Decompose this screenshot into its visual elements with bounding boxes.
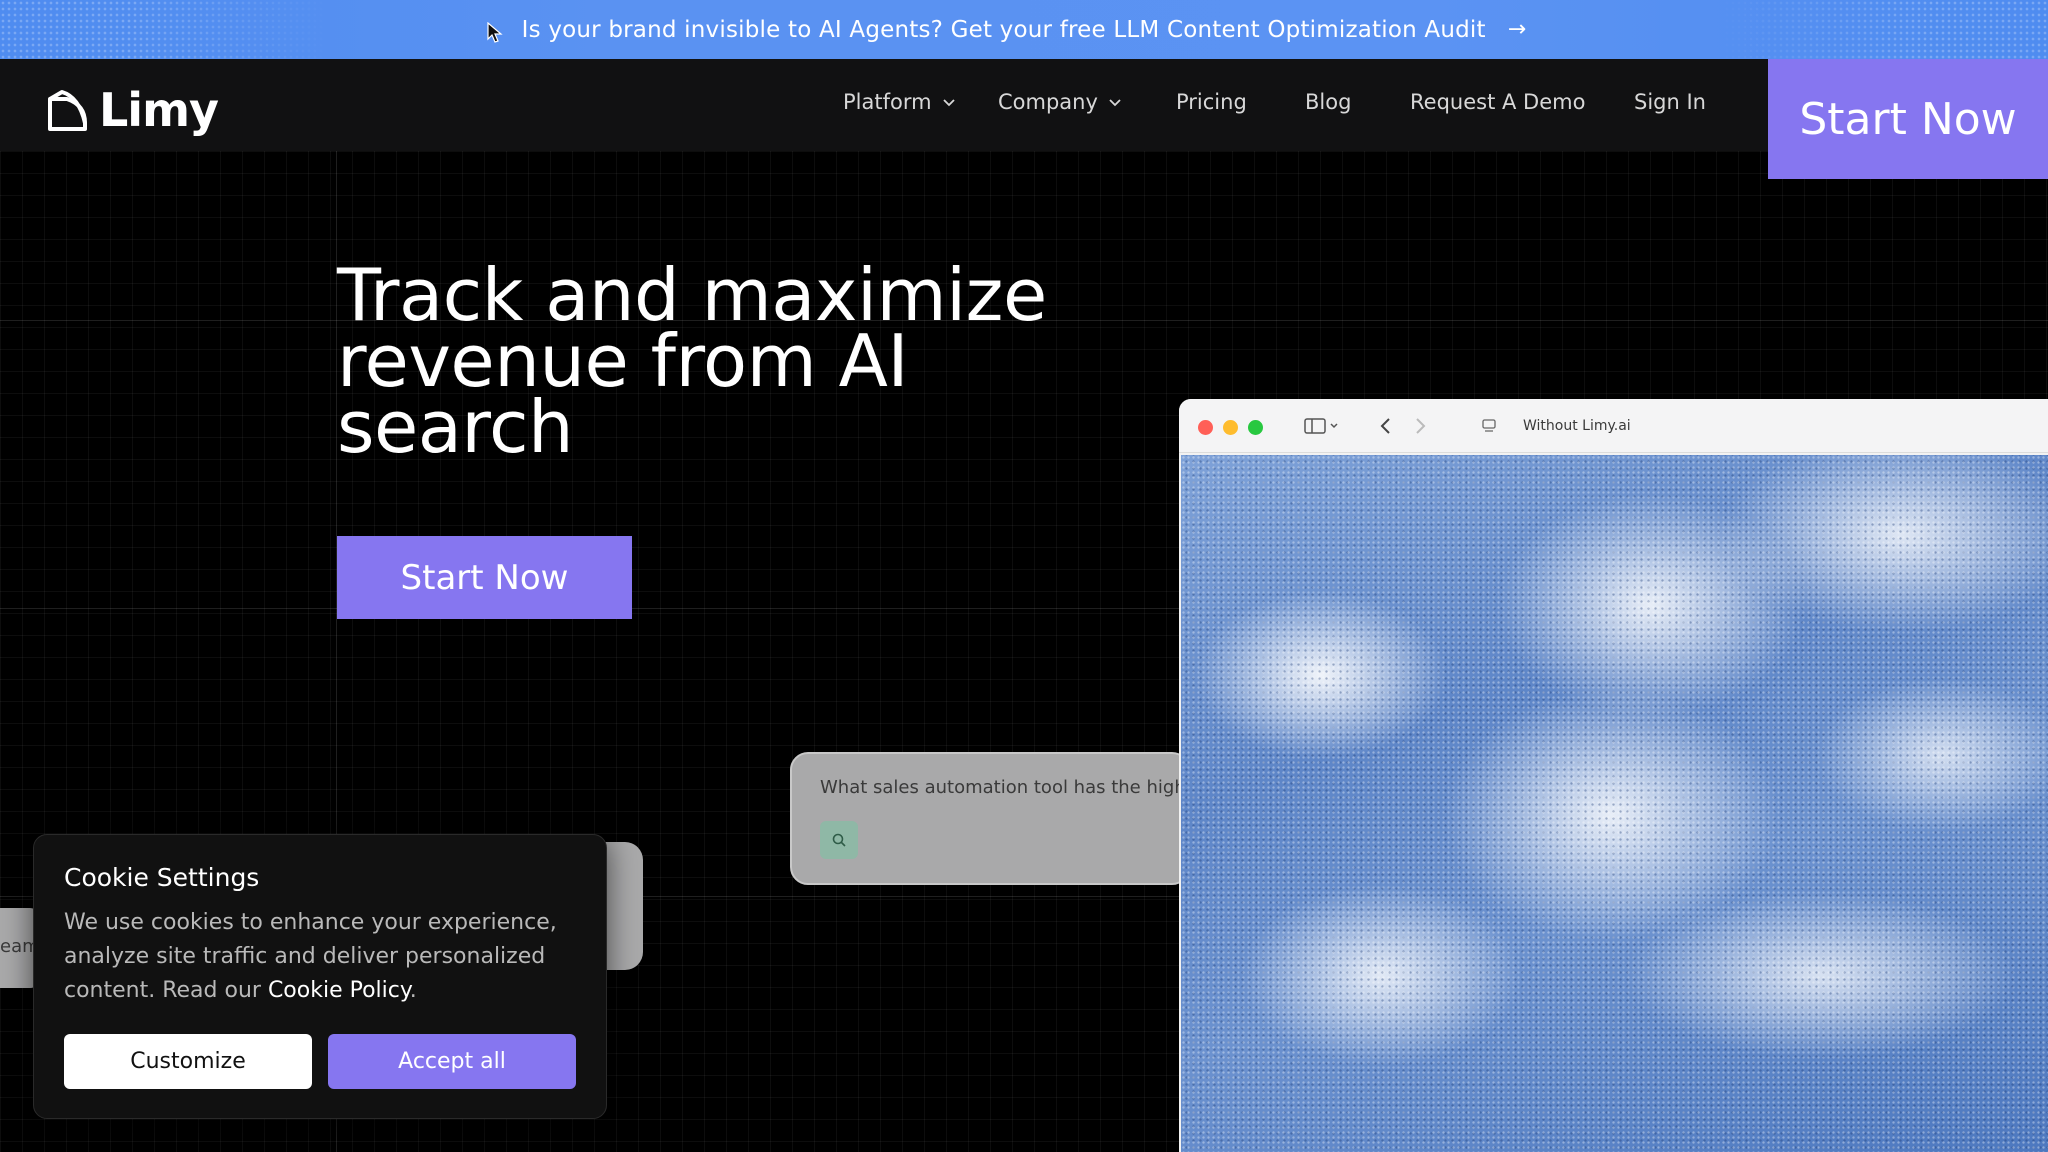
minimize-window-icon: [1223, 420, 1238, 435]
nav-company-label: Company: [998, 90, 1098, 114]
browser-url-title: Without Limy.ai: [1523, 418, 1631, 434]
cookie-body: We use cookies to enhance your experienc…: [64, 906, 584, 1008]
browser-toolbar: Without Limy.ai: [1179, 399, 2048, 453]
nav-request-demo-label: Request A Demo: [1410, 90, 1586, 114]
nav-start-now-button[interactable]: Start Now: [1768, 59, 2048, 179]
page-icon: [1482, 419, 1496, 432]
nav-blog[interactable]: Blog: [1305, 90, 1351, 114]
image-texture: [1181, 455, 2048, 1152]
chevron-down-icon: [1109, 99, 1121, 107]
accept-all-button[interactable]: Accept all: [328, 1034, 576, 1089]
nav-sign-in-label: Sign In: [1634, 90, 1706, 114]
cookie-title: Cookie Settings: [64, 863, 260, 892]
nav-pricing-label: Pricing: [1176, 90, 1247, 114]
search-icon: [832, 833, 846, 847]
cloud-image: [1181, 455, 2048, 1152]
nav-request-demo[interactable]: Request A Demo: [1410, 90, 1585, 114]
banner-dots-decoration: [1718, 0, 2048, 59]
mouse-cursor-icon: [487, 22, 503, 43]
banner-text: Is your brand invisible to AI Agents? Ge…: [521, 16, 1486, 43]
limy-logo-icon: [48, 90, 87, 131]
promo-banner[interactable]: Is your brand invisible to AI Agents? Ge…: [0, 0, 2048, 59]
sidebar-toggle-icon: [1304, 418, 1338, 434]
nav-company[interactable]: Company: [998, 90, 1122, 114]
logo[interactable]: Limy: [47, 83, 219, 137]
hero-title: Track and maximize revenue from AI searc…: [337, 253, 1047, 469]
chevron-down-icon: [942, 99, 955, 107]
cookie-dialog: Cookie Settings We use cookies to enhanc…: [33, 834, 607, 1119]
search-query-text: What sales automation tool has the high: [820, 777, 1186, 798]
nav-blog-label: Blog: [1305, 90, 1352, 114]
nav-platform-label: Platform: [843, 90, 932, 114]
maximize-window-icon: [1248, 420, 1263, 435]
close-window-icon: [1198, 420, 1213, 435]
cookie-body-period: .: [409, 978, 417, 1003]
arrow-right-icon: →: [1507, 17, 1527, 42]
customize-button[interactable]: Customize: [64, 1034, 312, 1089]
cookie-policy-link[interactable]: Cookie Policy: [268, 978, 410, 1003]
forward-icon: [1416, 418, 1426, 434]
nav-platform[interactable]: Platform: [843, 90, 956, 114]
back-icon: [1380, 418, 1390, 434]
search-button: [820, 821, 858, 859]
logo-text: Limy: [99, 83, 219, 137]
nav-pricing[interactable]: Pricing: [1176, 90, 1247, 114]
browser-mockup: Without Limy.ai: [1179, 399, 2048, 1152]
search-demo-card: What sales automation tool has the high: [790, 752, 1190, 885]
banner-link[interactable]: Is your brand invisible to AI Agents? Ge…: [522, 17, 1527, 43]
top-navigation: Limy Platform Company Pricing Blog Reque…: [0, 59, 2048, 151]
hero-start-now-button[interactable]: Start Now: [337, 536, 632, 619]
banner-dots-decoration: [0, 0, 330, 59]
nav-sign-in[interactable]: Sign In: [1634, 90, 1706, 114]
